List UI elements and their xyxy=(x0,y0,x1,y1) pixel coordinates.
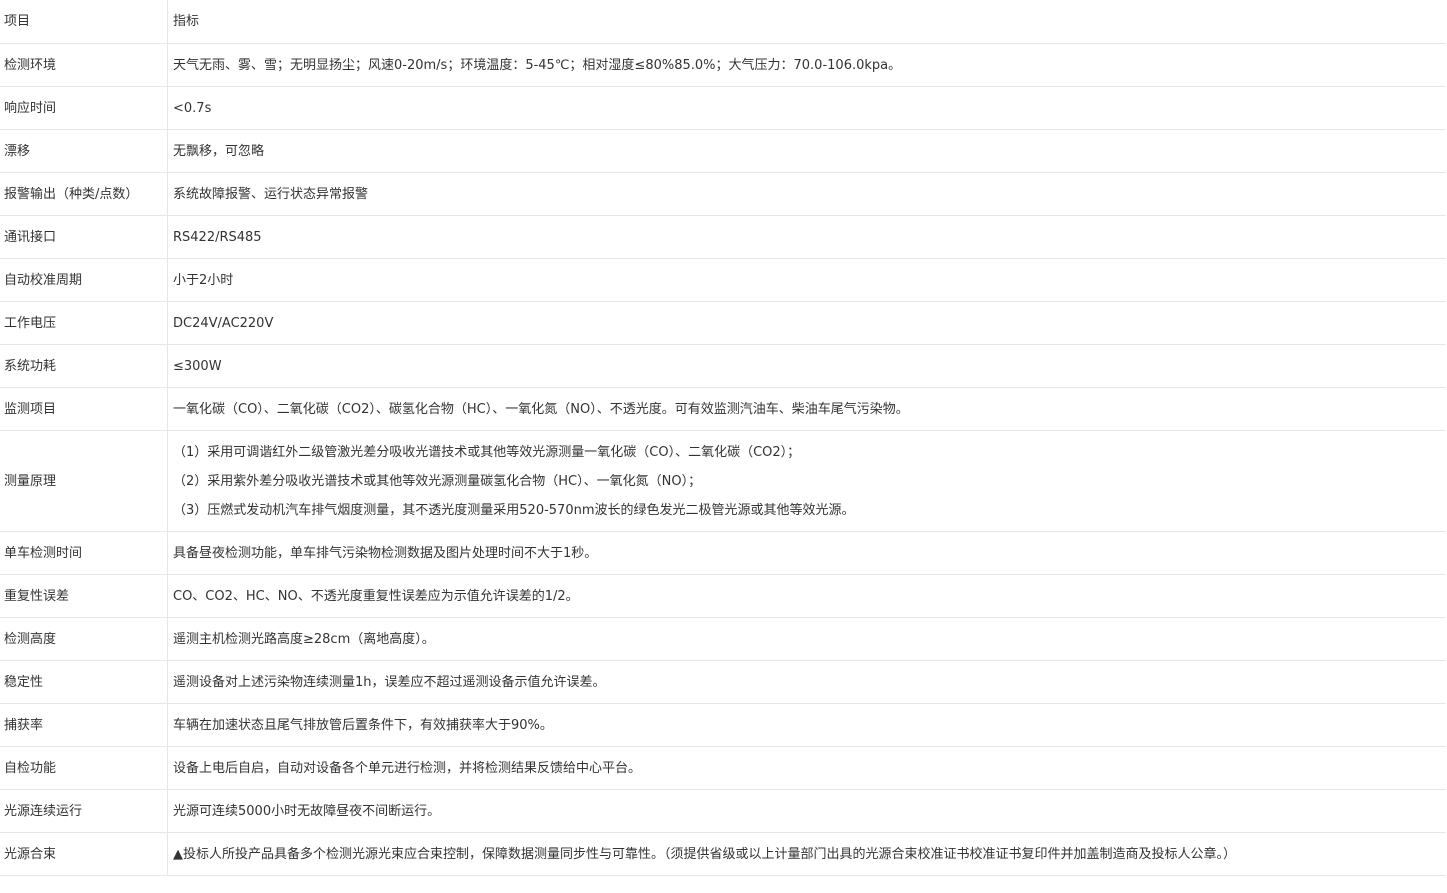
principle-line: （3）压燃式发动机汽车排气烟度测量，其不透光度测量采用520-570nm波长的绿… xyxy=(173,502,855,518)
row-key: 重复性误差 xyxy=(0,574,168,618)
row-key: 监测项目 xyxy=(0,387,168,431)
principle-line: （1）采用可调谐红外二级管激光差分吸收光谱技术或其他等效光源测量一氧化碳（CO）… xyxy=(173,444,801,460)
row-value: 天气无雨、雾、雪；无明显扬尘；风速0-20m/s；环境温度：5-45℃；相对湿度… xyxy=(167,43,1446,87)
table-row: 捕获率 车辆在加速状态且尾气排放管后置条件下，有效捕获率大于90%。 xyxy=(0,703,1446,747)
row-value: 小于2小时 xyxy=(167,258,1446,302)
table-row: 单车检测时间 具备昼夜检测功能，单车排气污染物检测数据及图片处理时间不大于1秒。 xyxy=(0,531,1446,575)
row-key: 光源连续运行 xyxy=(0,789,168,833)
row-key: 通讯接口 xyxy=(0,215,168,259)
row-value: 光源可连续5000小时无故障昼夜不间断运行。 xyxy=(167,789,1446,833)
row-key: 稳定性 xyxy=(0,660,168,704)
table-row: 响应时间 <0.7s xyxy=(0,86,1446,130)
row-value: 遥测主机检测光路高度≥28cm（离地高度）。 xyxy=(167,617,1446,661)
header-key: 项目 xyxy=(0,0,168,44)
table-row: 光源合束 ▲投标人所投产品具备多个检测光源光束应合束控制，保障数据测量同步性与可… xyxy=(0,832,1446,876)
header-value: 指标 xyxy=(167,0,1446,44)
row-value: 系统故障报警、运行状态异常报警 xyxy=(167,172,1446,216)
row-value: 无飘移，可忽略 xyxy=(167,129,1446,173)
row-value: CO、CO2、HC、NO、不透光度重复性误差应为示值允许误差的1/2。 xyxy=(167,574,1446,618)
table-row-principle: 测量原理 （1）采用可调谐红外二级管激光差分吸收光谱技术或其他等效光源测量一氧化… xyxy=(0,430,1446,532)
row-value: <0.7s xyxy=(167,86,1446,130)
row-value: 具备昼夜检测功能，单车排气污染物检测数据及图片处理时间不大于1秒。 xyxy=(167,531,1446,575)
row-value: 遥测设备对上述污染物连续测量1h，误差应不超过遥测设备示值允许误差。 xyxy=(167,660,1446,704)
table-row: 报警输出（种类/点数） 系统故障报警、运行状态异常报警 xyxy=(0,172,1446,216)
table-row: 监测项目 一氧化碳（CO）、二氧化碳（CO2）、碳氢化合物（HC）、一氧化氮（N… xyxy=(0,387,1446,431)
row-value: DC24V/AC220V xyxy=(167,301,1446,345)
principle-lines: （1）采用可调谐红外二级管激光差分吸收光谱技术或其他等效光源测量一氧化碳（CO）… xyxy=(167,430,1446,532)
row-key: 测量原理 xyxy=(0,430,168,532)
row-key: 检测高度 xyxy=(0,617,168,661)
row-key: 单车检测时间 xyxy=(0,531,168,575)
table-row: 稳定性 遥测设备对上述污染物连续测量1h，误差应不超过遥测设备示值允许误差。 xyxy=(0,660,1446,704)
row-key: 自检功能 xyxy=(0,746,168,790)
row-value: 一氧化碳（CO）、二氧化碳（CO2）、碳氢化合物（HC）、一氧化氮（NO）、不透… xyxy=(167,387,1446,431)
row-key: 漂移 xyxy=(0,129,168,173)
row-key: 检测环境 xyxy=(0,43,168,87)
row-value: 设备上电后自启，自动对设备各个单元进行检测，并将检测结果反馈给中心平台。 xyxy=(167,746,1446,790)
table-row: 漂移 无飘移，可忽略 xyxy=(0,129,1446,173)
table-row: 光源连续运行 光源可连续5000小时无故障昼夜不间断运行。 xyxy=(0,789,1446,833)
row-value: RS422/RS485 xyxy=(167,215,1446,259)
row-value: 车辆在加速状态且尾气排放管后置条件下，有效捕获率大于90%。 xyxy=(167,703,1446,747)
row-key: 自动校准周期 xyxy=(0,258,168,302)
row-key: 报警输出（种类/点数） xyxy=(0,172,168,216)
table-header-row: 项目 指标 xyxy=(0,0,1446,44)
row-key: 系统功耗 xyxy=(0,344,168,388)
table-row: 检测高度 遥测主机检测光路高度≥28cm（离地高度）。 xyxy=(0,617,1446,661)
table-row: 自动校准周期 小于2小时 xyxy=(0,258,1446,302)
row-key: 工作电压 xyxy=(0,301,168,345)
table-row: 工作电压 DC24V/AC220V xyxy=(0,301,1446,345)
spec-table: 项目 指标 检测环境 天气无雨、雾、雪；无明显扬尘；风速0-20m/s；环境温度… xyxy=(0,0,1446,876)
row-key: 响应时间 xyxy=(0,86,168,130)
principle-line: （2）采用紫外差分吸收光谱技术或其他等效光源测量碳氢化合物（HC）、一氧化氮（N… xyxy=(173,473,702,489)
row-value: ▲投标人所投产品具备多个检测光源光束应合束控制，保障数据测量同步性与可靠性。（须… xyxy=(167,832,1446,876)
row-value: ≤300W xyxy=(167,344,1446,388)
table-row: 自检功能 设备上电后自启，自动对设备各个单元进行检测，并将检测结果反馈给中心平台… xyxy=(0,746,1446,790)
table-row: 重复性误差 CO、CO2、HC、NO、不透光度重复性误差应为示值允许误差的1/2… xyxy=(0,574,1446,618)
table-row: 系统功耗 ≤300W xyxy=(0,344,1446,388)
row-key: 光源合束 xyxy=(0,832,168,876)
table-row: 通讯接口 RS422/RS485 xyxy=(0,215,1446,259)
table-row: 检测环境 天气无雨、雾、雪；无明显扬尘；风速0-20m/s；环境温度：5-45℃… xyxy=(0,43,1446,87)
row-key: 捕获率 xyxy=(0,703,168,747)
